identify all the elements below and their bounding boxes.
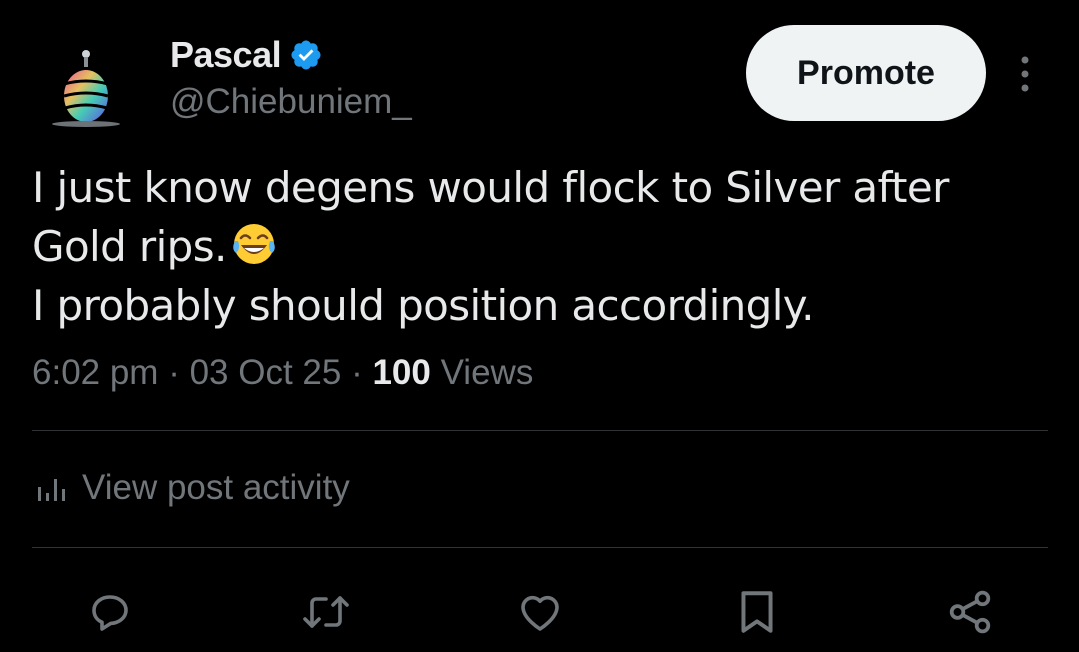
analytics-icon (38, 479, 65, 501)
post-text-fragment: Gold rips. (32, 222, 227, 271)
view-post-activity-label: View post activity (82, 468, 350, 507)
post-text: I just know degens would flock to Silver… (32, 158, 1032, 335)
face-with-tears-of-joy-icon (232, 224, 275, 264)
heart-icon (521, 595, 559, 631)
post-detail: Pascal @Chiebuniem_ Promote I just know … (0, 0, 1079, 652)
share-icon (949, 590, 991, 634)
views-label: Views (430, 353, 534, 392)
repost-button[interactable] (298, 584, 354, 640)
reply-button[interactable] (82, 584, 138, 640)
author-name-row[interactable]: Pascal (170, 34, 323, 76)
action-bar (0, 584, 1079, 640)
meta-separator: · (158, 353, 190, 392)
verified-badge-icon (291, 40, 321, 70)
post-text-line: I just know degens would flock to Silver… (32, 163, 949, 212)
promote-button[interactable]: Promote (746, 25, 986, 121)
bookmark-icon (741, 591, 773, 633)
views-count: 100 (372, 353, 431, 392)
repost-icon (303, 596, 349, 628)
author-display-name[interactable]: Pascal (170, 34, 282, 76)
author-handle[interactable]: @Chiebuniem_ (170, 82, 412, 122)
more-options-icon[interactable] (1010, 50, 1040, 98)
post-time[interactable]: 6:02 pm (32, 353, 158, 392)
share-button[interactable] (942, 584, 998, 640)
post-text-line: I probably should position accordingly. (32, 281, 814, 330)
divider (32, 430, 1048, 431)
post-date[interactable]: 03 Oct 25 (190, 353, 342, 392)
post-text-line: Gold rips. (32, 217, 1032, 276)
reply-icon (92, 595, 128, 631)
view-post-activity-link[interactable]: View post activity (36, 468, 350, 508)
bookmark-button[interactable] (729, 584, 785, 640)
divider (32, 547, 1048, 548)
meta-separator: · (341, 353, 373, 392)
avatar[interactable] (50, 44, 122, 132)
post-meta: 6:02 pm · 03 Oct 25 · 100 Views (32, 353, 533, 393)
like-button[interactable] (512, 584, 568, 640)
